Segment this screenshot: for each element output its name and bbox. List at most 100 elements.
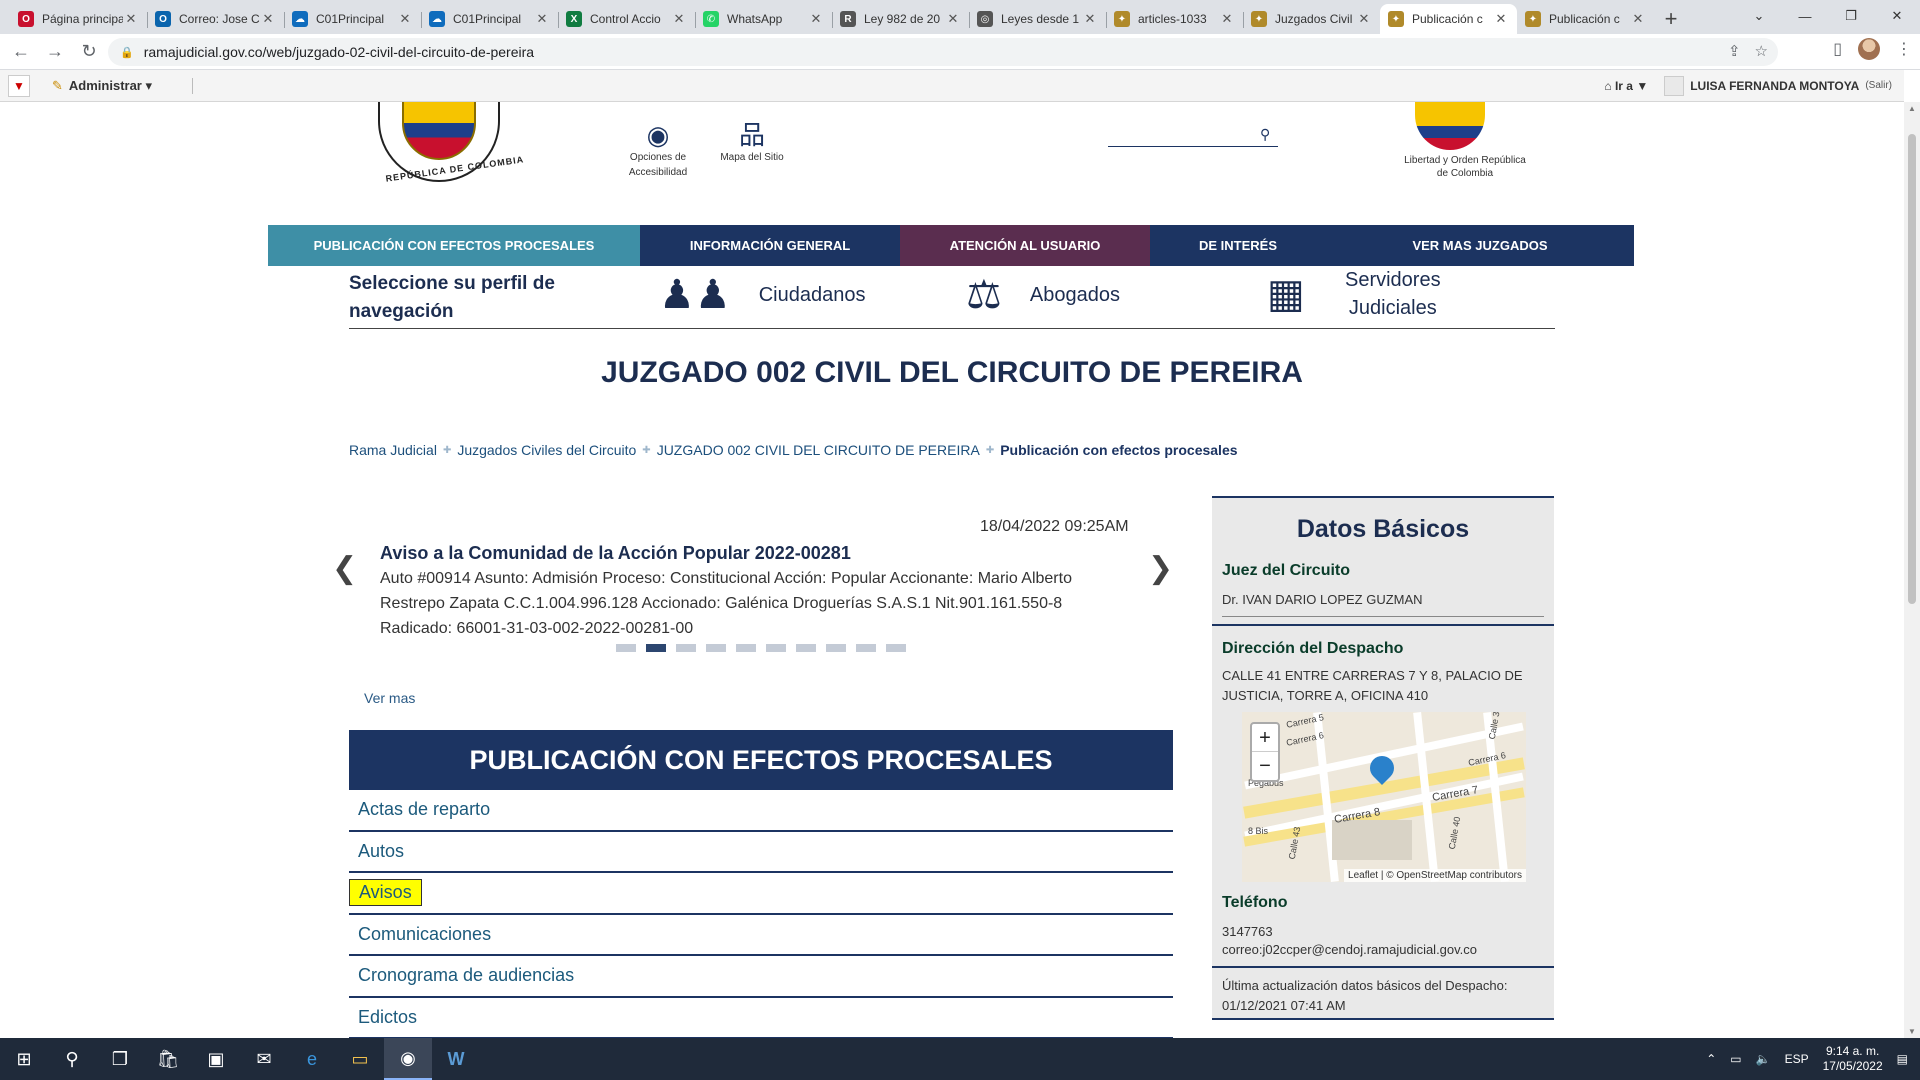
forward-button[interactable]: → (38, 35, 72, 69)
publicacion-item[interactable]: Edictos (349, 998, 1173, 1038)
user-menu[interactable]: LUISA FERNANDA MONTOYA (Salir) (1664, 75, 1892, 96)
word-icon[interactable]: W (432, 1038, 480, 1080)
tab-close-icon[interactable]: ✕ (1082, 11, 1098, 27)
new-tab-button[interactable]: + (1654, 4, 1688, 34)
nav-item[interactable]: PUBLICACIÓN CON EFECTOS PROCESALES (268, 225, 640, 266)
scroll-down-icon[interactable]: ▼ (1904, 1027, 1920, 1036)
go-to-menu[interactable]: ⌂ Ir a ▼ (1604, 79, 1648, 93)
publicacion-item[interactable]: Cronograma de audiencias (349, 956, 1173, 998)
tab-close-icon[interactable]: ✕ (1493, 11, 1509, 27)
scrollbar-thumb[interactable] (1908, 134, 1916, 604)
close-window-button[interactable]: ✕ (1874, 0, 1920, 32)
carousel-dot[interactable] (766, 644, 786, 652)
carousel-dot[interactable] (886, 644, 906, 652)
language-indicator[interactable]: ESP (1785, 1052, 1809, 1066)
tab-close-icon[interactable]: ✕ (808, 11, 824, 27)
ver-mas-link[interactable]: Ver mas (364, 690, 415, 706)
profile-abogados[interactable]: ⚖ Abogados (966, 272, 1120, 318)
tab-close-icon[interactable]: ✕ (1356, 11, 1372, 27)
notifications-icon[interactable]: ▤ (1897, 1052, 1908, 1066)
carousel-dot[interactable] (796, 644, 816, 652)
windows-start-icon[interactable]: ⊞ (0, 1038, 48, 1080)
scroll-up-icon[interactable]: ▲ (1904, 104, 1920, 113)
minimize-button[interactable]: — (1782, 0, 1828, 32)
volume-icon[interactable]: 🔈 (1756, 1052, 1771, 1066)
clock[interactable]: 9:14 a. m. 17/05/2022 (1823, 1044, 1883, 1074)
breadcrumb-link[interactable]: JUZGADO 002 CIVIL DEL CIRCUITO DE PEREIR… (657, 442, 980, 458)
map-zoom-in-button[interactable]: + (1252, 724, 1278, 752)
tab-search-icon[interactable]: ⌄ (1736, 0, 1782, 32)
mail-icon[interactable]: ✉ (240, 1038, 288, 1080)
publicacion-item[interactable]: Autos (349, 832, 1173, 873)
carousel-dot[interactable] (646, 644, 666, 652)
accessibility-options[interactable]: ◉ Opciones de Accesibilidad (618, 120, 698, 180)
map-attribution[interactable]: Leaflet | © OpenStreetMap contributors (1344, 869, 1526, 882)
breadcrumb-link[interactable]: Juzgados Civiles del Circuito (457, 442, 636, 458)
tab-close-icon[interactable]: ✕ (260, 11, 276, 27)
browser-tab[interactable]: O Página principal ✕ (10, 4, 147, 34)
share-icon[interactable]: ⇪ (1728, 42, 1741, 60)
tab-close-icon[interactable]: ✕ (671, 11, 687, 27)
browser-tab[interactable]: ◎ Leyes desde 1 ✕ (969, 4, 1106, 34)
profile-ciudadanos[interactable]: ♟♟ Ciudadanos (659, 272, 865, 318)
profile-avatar[interactable] (1858, 38, 1880, 60)
carousel-title[interactable]: Aviso a la Comunidad de la Acción Popula… (380, 543, 851, 564)
publicacion-item-label[interactable]: Comunicaciones (358, 924, 491, 945)
carousel-dot[interactable] (856, 644, 876, 652)
bookmark-star-icon[interactable]: ☆ (1755, 42, 1768, 60)
tab-close-icon[interactable]: ✕ (397, 11, 413, 27)
carousel-next-icon[interactable]: ❯ (1148, 551, 1173, 586)
browser-tab[interactable]: O Correo: Jose C ✕ (147, 4, 284, 34)
publicacion-item[interactable]: Actas de reparto (349, 790, 1173, 832)
search-input[interactable] (1108, 146, 1278, 147)
app-icon[interactable]: ▣ (192, 1038, 240, 1080)
browser-tab[interactable]: ✦ articles-1033 ✕ (1106, 4, 1243, 34)
breadcrumb-link[interactable]: Rama Judicial (349, 442, 437, 458)
publicacion-item[interactable]: Avisos (349, 873, 1173, 915)
publicacion-item-label[interactable]: Cronograma de audiencias (358, 965, 574, 986)
publicacion-item-label[interactable]: Autos (358, 841, 404, 862)
browser-menu-icon[interactable]: ⋮ (1896, 39, 1912, 59)
nav-item[interactable]: INFORMACIÓN GENERAL (640, 225, 900, 266)
chrome-icon[interactable]: ◉ (384, 1038, 432, 1080)
reload-button[interactable]: ↻ (72, 35, 106, 69)
browser-tab[interactable]: ✦ Juzgados Civil ✕ (1243, 4, 1380, 34)
network-icon[interactable]: ▭ (1730, 1052, 1741, 1066)
carousel-dot[interactable] (616, 644, 636, 652)
restore-button[interactable]: ❐ (1828, 0, 1874, 32)
browser-tab[interactable]: ✆ WhatsApp ✕ (695, 4, 832, 34)
publicacion-item-label[interactable]: Avisos (349, 879, 422, 907)
browser-tab[interactable]: ✦ Publicación c ✕ (1380, 4, 1517, 34)
map-zoom-out-button[interactable]: − (1252, 752, 1278, 780)
administrar-menu[interactable]: ✎ Administrar ▾ (52, 78, 152, 94)
carousel-prev-icon[interactable]: ❮ (332, 551, 357, 586)
chevron-up-icon[interactable]: ⌃ (1706, 1052, 1716, 1066)
browser-tab[interactable]: ☁ C01Principal ✕ (421, 4, 558, 34)
carousel-dot[interactable] (706, 644, 726, 652)
tab-close-icon[interactable]: ✕ (534, 11, 550, 27)
url-input[interactable]: 🔒 ramajudicial.gov.co/web/juzgado-02-civ… (108, 38, 1778, 66)
nav-item[interactable]: ATENCIÓN AL USUARIO (900, 225, 1150, 266)
back-button[interactable]: ← (4, 35, 38, 69)
publicacion-item-label[interactable]: Edictos (358, 1007, 417, 1028)
edge-icon[interactable]: e (288, 1038, 336, 1080)
search-icon[interactable]: ⚲ (48, 1038, 96, 1080)
carousel-dot[interactable] (826, 644, 846, 652)
nav-item[interactable]: DE INTERÉS (1150, 225, 1326, 266)
tab-close-icon[interactable]: ✕ (945, 11, 961, 27)
tab-close-icon[interactable]: ✕ (123, 11, 139, 27)
tab-close-icon[interactable]: ✕ (1219, 11, 1235, 27)
file-explorer-icon[interactable]: ▭ (336, 1038, 384, 1080)
task-view-icon[interactable]: ❐ (96, 1038, 144, 1080)
location-map[interactable]: Carrera 5 Carrera 6 Carrera 6 Carrera 7 … (1242, 712, 1526, 882)
publicacion-item[interactable]: Comunicaciones (349, 915, 1173, 956)
profile-servidores[interactable]: ▦ Servidores Judiciales (1267, 266, 1453, 322)
browser-tab[interactable]: X Control Accio ✕ (558, 4, 695, 34)
side-panel-icon[interactable]: ▯ (1833, 39, 1842, 59)
browser-tab[interactable]: ☁ C01Principal ✕ (284, 4, 421, 34)
site-logo-icon[interactable]: ▼ (8, 74, 30, 97)
lock-icon[interactable]: 🔒 (120, 46, 134, 59)
carousel-dot[interactable] (736, 644, 756, 652)
sitemap-link[interactable]: 品 Mapa del Sitio (712, 120, 792, 165)
carousel-dot[interactable] (676, 644, 696, 652)
